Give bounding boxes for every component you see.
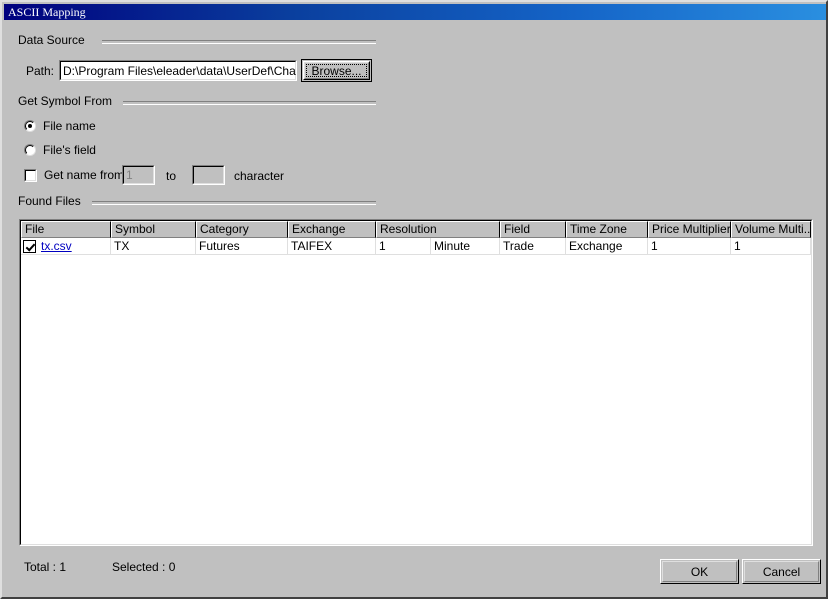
to-label: to	[166, 169, 177, 183]
cell-price-multiplier: 1	[648, 238, 731, 254]
cell-field: Trade	[500, 238, 566, 254]
column-header-symbol[interactable]: Symbol	[111, 221, 196, 238]
column-header-price-multiplier[interactable]: Price Multiplier	[648, 221, 731, 238]
data-source-group: Data Source	[16, 34, 376, 47]
column-header-exchange[interactable]: Exchange	[288, 221, 376, 238]
column-header-volume-multi[interactable]: Volume Multi...	[731, 221, 811, 238]
window-title: ASCII Mapping	[8, 5, 86, 19]
column-header-field[interactable]: Field	[500, 221, 566, 238]
column-header-time-zone[interactable]: Time Zone	[566, 221, 648, 238]
ok-button-label: OK	[690, 564, 709, 579]
row-checkbox-icon[interactable]	[23, 239, 36, 253]
path-input[interactable]: D:\Program Files\eleader\data\UserDef\Ch…	[59, 60, 297, 81]
radio-file-name-mark	[24, 120, 36, 132]
found-files-rows: tx.csv TX Futures TAIFEX 1 Minute Trade Exchang…	[21, 238, 811, 255]
get-symbol-from-group: Get Symbol From	[16, 95, 376, 108]
data-source-group-label: Data Source	[16, 34, 89, 47]
found-files-header-row: File Symbol Category Exchange Resolution Fiel…	[21, 221, 811, 238]
get-name-from-input[interactable]: 1	[122, 165, 155, 185]
browse-button-focus-rect	[306, 64, 367, 77]
found-files-empty-area	[21, 255, 811, 544]
cell-exchange: TAIFEX	[288, 238, 376, 254]
column-header-category[interactable]: Category	[196, 221, 288, 238]
radio-file-name[interactable]: File name	[24, 119, 96, 133]
get-symbol-from-group-line	[123, 101, 376, 105]
ascii-mapping-dialog: ASCII Mapping Data Source Path: D:\Progr…	[0, 0, 828, 599]
cell-category: Futures	[196, 238, 288, 254]
path-label: Path:	[26, 64, 55, 78]
browse-button[interactable]: Browse...	[301, 59, 372, 82]
get-name-to-input[interactable]	[192, 165, 225, 185]
get-symbol-from-group-label: Get Symbol From	[16, 95, 117, 108]
checkbox-get-name-from-label: Get name from	[44, 168, 125, 182]
radio-files-field-label: File's field	[43, 143, 96, 157]
found-files-group-line	[92, 201, 376, 205]
radio-file-name-label: File name	[43, 119, 96, 133]
cell-file[interactable]: tx.csv	[21, 238, 111, 254]
path-input-value: D:\Program Files\eleader\data\UserDef\Ch…	[63, 63, 297, 78]
window-title-bar[interactable]: ASCII Mapping	[4, 4, 826, 20]
file-link[interactable]: tx.csv	[41, 239, 72, 253]
character-label: character	[234, 169, 285, 183]
checkbox-get-name-from[interactable]: Get name from	[24, 168, 124, 182]
found-files-group: Found Files	[16, 195, 376, 208]
get-name-from-input-value: 1	[126, 168, 133, 182]
column-header-resolution[interactable]: Resolution	[376, 221, 500, 238]
checkbox-get-name-from-mark	[24, 168, 37, 182]
cancel-button[interactable]: Cancel	[742, 559, 821, 584]
cell-resolution-unit: Minute	[431, 238, 500, 254]
radio-files-field-mark	[24, 144, 36, 156]
radio-files-field[interactable]: File's field	[24, 143, 96, 157]
selected-count-label: Selected : 0	[112, 560, 176, 574]
total-count-label: Total : 1	[24, 560, 67, 574]
table-row[interactable]: tx.csv TX Futures TAIFEX 1 Minute Trade Exchang…	[21, 238, 811, 255]
cell-volume-multiplier: 1	[731, 238, 811, 254]
cell-time-zone: Exchange	[566, 238, 648, 254]
cancel-button-label: Cancel	[762, 564, 801, 579]
found-files-group-label: Found Files	[16, 195, 85, 208]
found-files-listview[interactable]: File Symbol Category Exchange Resolution Fiel…	[19, 219, 813, 546]
cell-symbol: TX	[111, 238, 196, 254]
column-header-file[interactable]: File	[21, 221, 111, 238]
data-source-group-line	[102, 40, 376, 44]
cell-resolution-value: 1	[376, 238, 431, 254]
ok-button[interactable]: OK	[660, 559, 739, 584]
